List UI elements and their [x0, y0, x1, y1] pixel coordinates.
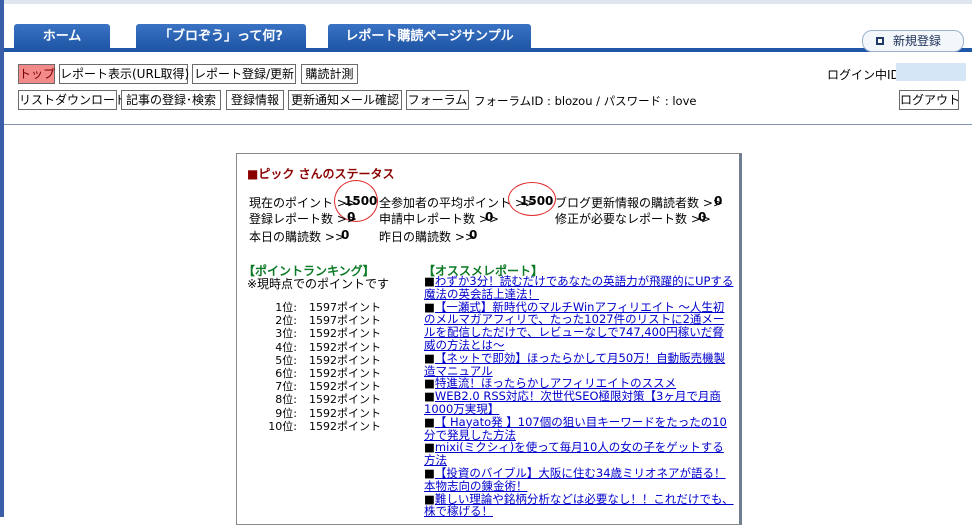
menu-notify-mail-button[interactable]: 更新通知メール確認: [288, 90, 402, 110]
recommend-link[interactable]: mixi(ミクシィ)を使って毎月10人の女の子をゲットする方法: [424, 440, 724, 467]
pending-label: 申請中レポート数 >>: [379, 212, 499, 226]
needfix-value: 0: [698, 210, 707, 224]
login-id-label: ログイン中ID:: [827, 68, 904, 82]
reports-value: 0: [347, 210, 356, 224]
left-frame-border: [0, 0, 4, 517]
menu-top-button[interactable]: トップ: [18, 64, 55, 84]
recommend-link[interactable]: WEB2.0 RSS対応！次世代SEO極限対策【3ヶ月で月商1000万実現】: [424, 389, 721, 416]
yesterday-label: 昨日の購読数 >>: [379, 230, 475, 244]
highlight-circle: [508, 182, 556, 216]
recommend-link[interactable]: 難しい理論や銘柄分析などは必要なし！！これだけでも、株で稼げる！: [424, 492, 734, 519]
signup-button[interactable]: 新規登録: [862, 30, 964, 52]
yesterday-value: 0: [469, 228, 478, 242]
recommend-item: ■【一瀬式】新時代のマルチWinアフィリエイト ～人生初のメルマガアフィリで、た…: [424, 300, 734, 352]
recommend-item: ■難しい理論や銘柄分析などは必要なし！！これだけでも、株で稼げる！: [424, 492, 734, 519]
menu-account-info-button[interactable]: 登録情報: [226, 90, 284, 110]
menu-report-register-button[interactable]: レポート登録/更新: [192, 64, 296, 84]
login-id-field: [896, 63, 966, 81]
today-label: 本日の購読数 >>: [249, 230, 345, 244]
tab-sample-page[interactable]: レポート購読ページサンプル: [328, 24, 531, 49]
signup-label: 新規登録: [893, 34, 942, 48]
menu-forum-button[interactable]: フォーラム: [406, 90, 469, 110]
recommend-item: ■WEB2.0 RSS対応！次世代SEO極限対策【3ヶ月で月商1000万実現】: [424, 390, 734, 416]
top-strip: [0, 0, 972, 4]
menu-article-search-button[interactable]: 記事の登録･検索: [121, 90, 221, 110]
ranking-points: 1592ポイント: [309, 419, 381, 433]
ranking-rank: 10位:: [268, 419, 297, 433]
divider: [4, 124, 972, 125]
ranking-note: ※現時点でのポイントです: [247, 277, 390, 291]
subscribers-label: ブログ更新情報の購読者数 >>: [555, 196, 723, 210]
logout-button[interactable]: ログアウト: [899, 90, 960, 110]
recommend-item: ■【投資のバイブル】大阪に住む34歳ミリオネアが語る！本物志向の錬金術！: [424, 467, 734, 493]
today-value: 0: [341, 228, 350, 242]
recommend-link[interactable]: 【ネットで即効】ほったらかして月50万！自動販売機製造マニュアル: [424, 351, 725, 378]
menu-list-download-button[interactable]: リストダウンロード: [18, 90, 127, 110]
recommend-list: ■わずか3分！読むだけであなたの英語力が飛躍的にUPする魔法の英会話上達法！ ■【…: [424, 275, 734, 518]
tab-about[interactable]: 「ブロぞう」って何?: [136, 24, 306, 49]
status-panel: ■ピック さんのステータス 現在のポイント >> 1500 全参加者の平均ポイン…: [236, 153, 742, 525]
recommend-item: ■【 Hayato発 】107個の狙い目キーワードをたったの10分で発見した方法: [424, 415, 734, 442]
recommend-link[interactable]: 【投資のバイブル】大阪に住む34歳ミリオネアが語る！本物志向の錬金術！: [424, 466, 726, 493]
plus-square-icon: [876, 37, 884, 45]
recommend-item: ■mixi(ミクシィ)を使って毎月10人の女の子をゲットする方法: [424, 441, 734, 467]
menu-subscription-count-button[interactable]: 購読計測: [301, 64, 358, 84]
needfix-label: 修正が必要なレポート数 >>: [555, 212, 711, 226]
reports-label: 登録レポート数 >>: [249, 212, 357, 226]
pending-value: 0: [485, 210, 494, 224]
subscribers-value: 0: [714, 194, 723, 208]
forum-credentials-text: フォーラムID : blozou / パスワード : love: [474, 94, 697, 108]
recommend-link[interactable]: わずか3分！読むだけであなたの英語力が飛躍的にUPする魔法の英会話上達法！: [424, 274, 733, 301]
recommend-link[interactable]: 【 Hayato発 】107個の狙い目キーワードをたったの10分で発見した方法: [424, 415, 727, 442]
recommend-item: ■【ネットで即効】ほったらかして月50万！自動販売機製造マニュアル: [424, 351, 734, 378]
recommend-link[interactable]: 【一瀬式】新時代のマルチWinアフィリエイト ～人生初のメルマガアフィリで、たっ…: [424, 300, 724, 352]
recommend-item: ■わずか3分！読むだけであなたの英語力が飛躍的にUPする魔法の英会話上達法！: [424, 275, 734, 301]
status-title: ■ピック さんのステータス: [247, 167, 395, 181]
tab-home[interactable]: ホーム: [14, 24, 110, 49]
menu-report-view-button[interactable]: レポート表示(URL取得): [59, 64, 189, 84]
